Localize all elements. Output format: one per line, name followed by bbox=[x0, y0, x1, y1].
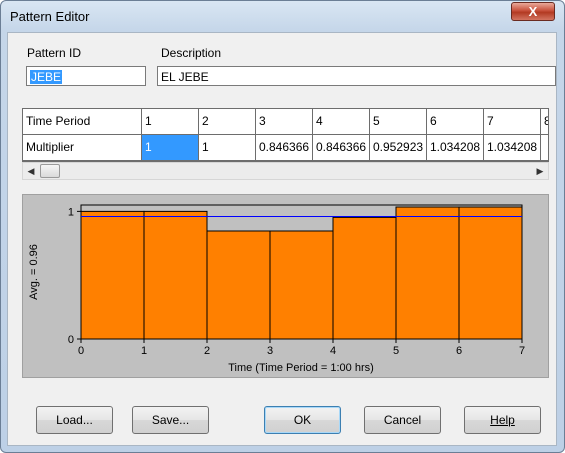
y-tick-label: 0 bbox=[68, 334, 74, 346]
close-button[interactable]: X bbox=[511, 2, 555, 21]
x-tick-label: 6 bbox=[456, 345, 462, 357]
x-tick-label: 0 bbox=[78, 345, 84, 357]
period-header-5: 5 bbox=[370, 109, 427, 135]
x-tick-label: 4 bbox=[330, 345, 336, 357]
y-tick-label: 1 bbox=[68, 206, 74, 218]
description-label: Description bbox=[161, 46, 222, 60]
scrollbar-thumb[interactable] bbox=[40, 164, 60, 178]
period-header-4: 4 bbox=[313, 109, 370, 135]
multiplier-cell-4[interactable]: 0.846366 bbox=[313, 135, 370, 161]
grid-horizontal-scrollbar[interactable]: ◀ ▶ bbox=[22, 162, 549, 180]
pattern-grid[interactable]: Time Period Multiplier 1 2 3 4 5 6 7 8 1… bbox=[22, 108, 549, 162]
x-tick-label: 1 bbox=[141, 345, 147, 357]
x-tick-label: 7 bbox=[519, 345, 525, 357]
save-button[interactable]: Save... bbox=[132, 406, 209, 434]
multiplier-cell-3[interactable]: 0.846366 bbox=[256, 135, 313, 161]
scroll-left-icon[interactable]: ◀ bbox=[23, 163, 39, 179]
pattern-id-input[interactable]: JEBE bbox=[26, 66, 146, 86]
x-tick-label: 5 bbox=[393, 345, 399, 357]
pattern-chart: 0 1 2 3 4 5 6 7 0 1 Time (Time Period = 1:00 hrs… bbox=[28, 204, 525, 374]
description-value: EL JEBE bbox=[161, 70, 209, 84]
bar-period-6 bbox=[395, 206, 460, 340]
pattern-id-label: Pattern ID bbox=[27, 46, 82, 60]
load-button[interactable]: Load... bbox=[36, 406, 113, 434]
multiplier-cell-5[interactable]: 0.952923 bbox=[370, 135, 427, 161]
period-header-6: 6 bbox=[427, 109, 484, 135]
bar-period-7 bbox=[458, 206, 523, 340]
multiplier-cell-2[interactable]: 1 bbox=[199, 135, 256, 161]
x-tick-label: 2 bbox=[204, 345, 210, 357]
period-header-8: 8 bbox=[541, 109, 548, 135]
time-period-header: Time Period bbox=[23, 109, 142, 135]
close-icon: X bbox=[528, 4, 538, 19]
cancel-label: Cancel bbox=[383, 413, 422, 427]
bar-period-3 bbox=[206, 230, 271, 340]
period-header-3: 3 bbox=[256, 109, 313, 135]
multiplier-cell-8[interactable] bbox=[541, 135, 548, 161]
bar-period-2 bbox=[143, 210, 208, 340]
bar-period-4 bbox=[269, 230, 334, 340]
x-axis-label: Time (Time Period = 1:00 hrs) bbox=[228, 362, 374, 374]
window-title: Pattern Editor bbox=[10, 9, 90, 24]
period-header-2: 2 bbox=[199, 109, 256, 135]
title-bar[interactable]: Pattern Editor X bbox=[1, 1, 564, 33]
help-button[interactable]: Help bbox=[464, 406, 541, 434]
cancel-button[interactable]: Cancel bbox=[364, 406, 441, 434]
help-label: Help bbox=[490, 413, 515, 427]
pattern-id-value: JEBE bbox=[30, 70, 63, 84]
period-header-1: 1 bbox=[142, 109, 199, 135]
description-input[interactable]: EL JEBE bbox=[157, 66, 556, 86]
bar-period-1 bbox=[80, 210, 145, 340]
y-axis-label: Avg. = 0.96 bbox=[28, 244, 40, 300]
ok-button[interactable]: OK bbox=[264, 406, 341, 434]
pattern-chart-panel: 0 1 2 3 4 5 6 7 0 1 Time (Time Period = 1:00 hrs… bbox=[22, 194, 549, 378]
multiplier-cell-7[interactable]: 1.034208 bbox=[484, 135, 541, 161]
multiplier-cell-1[interactable]: 1 bbox=[142, 135, 199, 161]
x-tick-label: 3 bbox=[267, 345, 273, 357]
period-header-7: 7 bbox=[484, 109, 541, 135]
multiplier-header: Multiplier bbox=[23, 135, 142, 161]
bar-period-5 bbox=[332, 216, 397, 340]
scroll-right-icon[interactable]: ▶ bbox=[532, 163, 548, 179]
multiplier-cell-6[interactable]: 1.034208 bbox=[427, 135, 484, 161]
